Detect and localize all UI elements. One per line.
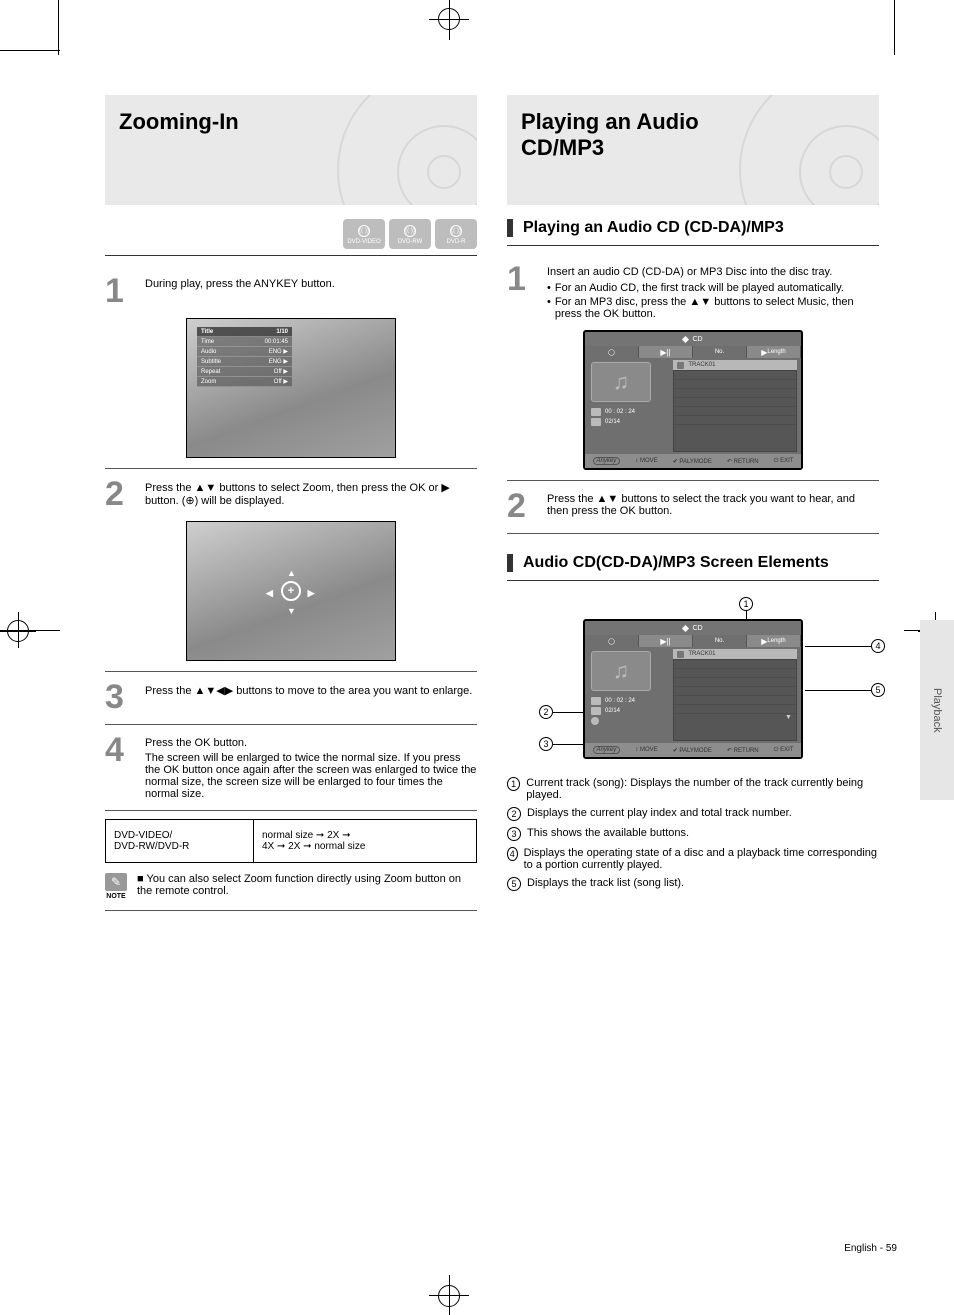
updown-icon: ▲▼ (597, 493, 619, 505)
track-list (673, 370, 797, 452)
ui-title: CD (692, 336, 702, 343)
note-icon: ✎ (105, 873, 127, 891)
callout-3: 3 (539, 737, 553, 751)
r-step-1: 1 Insert an audio CD (CD-DA) or MP3 Disc… (507, 262, 879, 320)
r-step-2: 2 Press the ▲▼ buttons to select the tra… (507, 489, 879, 523)
disc-graphic (739, 95, 879, 205)
subhead-elements: Audio CD(CD-DA)/MP3 Screen Elements (507, 554, 879, 572)
note: ✎ NOTE ■ You can also select Zoom functi… (105, 873, 477, 900)
page-number: English - 59 (844, 1243, 897, 1254)
elements-legend: 1Current track (song): Displays the numb… (507, 777, 879, 891)
callout-5: 5 (871, 683, 885, 697)
cd-ui-annotated: 1 4 5 2 3 CD ◯ ▶|| No. ▶ Length ♫ 00 : 0… (507, 597, 879, 759)
folder-icon (591, 408, 601, 416)
step-2: 2 Press the ▲▼ buttons to select Zoom, t… (105, 477, 477, 511)
album-thumb: ♫ (591, 362, 651, 402)
index-icon (591, 418, 601, 426)
step-4: 4 Press the OK button. The screen will b… (105, 733, 477, 800)
cd-ui-screen-2: CD ◯ ▶|| No. ▶ Length ♫ 00 : 02 : 24 02/… (583, 619, 803, 759)
osd-screenshot-zoom: + ▲ ▼ ◀ ▶ (186, 521, 396, 661)
callout-2: 2 (539, 705, 553, 719)
step-1: 1 During play, press the ANYKEY button. (105, 274, 477, 308)
left-column: Zooming-In (( ))DVD-VIDEO (( ))DVD-RW ((… (105, 95, 477, 919)
badge-dvdrw: (( ))DVD-RW (389, 219, 431, 249)
osd-menu: Title1/10 Time00:01:45 AudioENG ▶ Subtit… (197, 327, 292, 387)
right-column: Playing an Audio CD/MP3 Playing an Audio… (507, 95, 879, 919)
subhead-playing: Playing an Audio CD (CD-DA)/MP3 (507, 219, 879, 237)
right-icon: ▶ (441, 482, 449, 494)
badge-dvdr: (( ))DVD-R (435, 219, 477, 249)
updown-icon: ▲▼ (195, 482, 217, 494)
nav-arrows-icon: ▲▼◀▶ (195, 685, 234, 697)
disc-badges: (( ))DVD-VIDEO (( ))DVD-RW (( ))DVD-R (105, 219, 477, 249)
zoom-indicator: + (281, 581, 301, 601)
cd-ui-screen-1: CD ◯ ▶|| No. ▶ Length ♫ 00 : 02 : 24 02/… (583, 330, 803, 470)
callout-4: 4 (871, 639, 885, 653)
zoom-ratio-table: DVD-VIDEO/ DVD-RW/DVD-R normal size ➞ 2X… (105, 819, 477, 863)
music-icon (677, 362, 684, 369)
zoom-cursor-icon: ⊕ (185, 495, 194, 507)
side-tab: Playback (920, 620, 954, 800)
step-3: 3 Press the ▲▼◀▶ buttons to move to the … (105, 680, 477, 714)
disc-graphic (337, 95, 477, 205)
callout-1: 1 (739, 597, 753, 611)
badge-dvdvideo: (( ))DVD-VIDEO (343, 219, 385, 249)
help-bar: Anykey ↕ MOVE ✔ PALYMODE ↶ RETURN ⏻ EXIT (585, 454, 801, 468)
section-header-audio: Playing an Audio CD/MP3 (507, 95, 879, 205)
osd-screenshot-menu: Title1/10 Time00:01:45 AudioENG ▶ Subtit… (186, 318, 396, 458)
section-header-zoom: Zooming-In (105, 95, 477, 205)
